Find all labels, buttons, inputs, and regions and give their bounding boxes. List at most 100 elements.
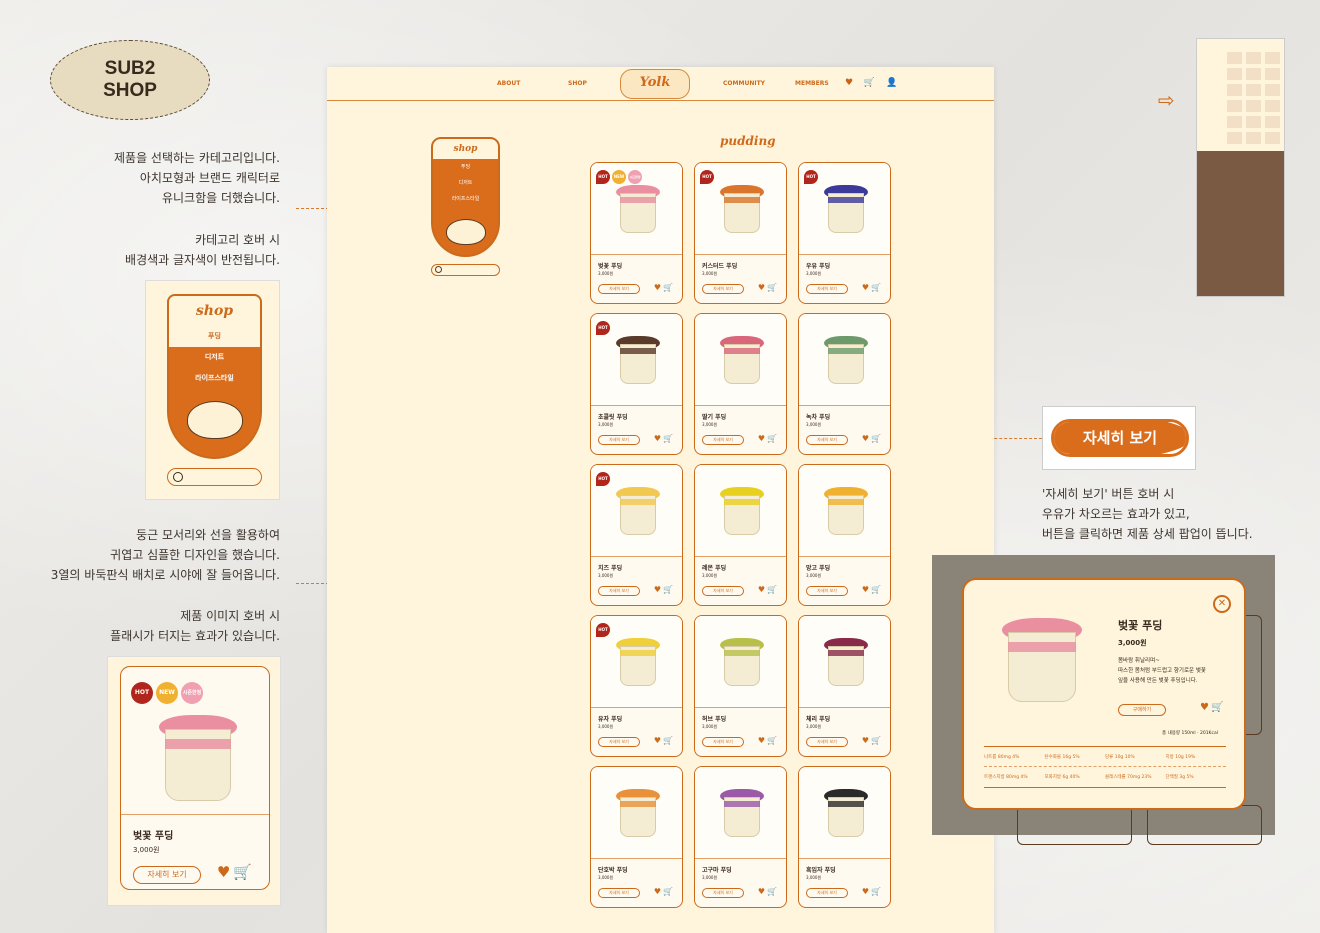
pudding-cup-image xyxy=(720,789,764,837)
product-image[interactable] xyxy=(591,767,682,859)
product-card[interactable]: HOT NEW 시즌한정 벚꽃 푸딩 3,000원 자세히 보기 ♥🛒 xyxy=(120,666,270,890)
heart-cart-icon[interactable]: ♥🛒 xyxy=(758,434,779,443)
detail-button[interactable]: 자세히 보기 xyxy=(806,435,848,445)
detail-button-hover[interactable]: 자세히 보기 xyxy=(1051,419,1189,457)
product-image[interactable] xyxy=(799,616,890,708)
pudding-cup-image xyxy=(824,185,868,233)
category-item-lifestyle[interactable]: 라이프스타일 xyxy=(433,191,498,207)
category-item-lifestyle[interactable]: 라이프스타일 xyxy=(169,368,260,389)
detail-button[interactable]: 자세히 보기 xyxy=(806,284,848,294)
product-card[interactable]: 고구마 푸딩 3,000원 자세히 보기 ♥🛒 xyxy=(694,766,787,908)
heart-cart-icon[interactable]: ♥🛒 xyxy=(862,283,883,292)
product-name: 벚꽃 푸딩 xyxy=(598,263,623,270)
product-card[interactable]: HOT 초콜릿 푸딩 3,000원 자세히 보기 ♥🛒 xyxy=(590,313,683,455)
heart-cart-icon[interactable]: ♥🛒 xyxy=(862,887,883,896)
detail-button[interactable]: 자세히 보기 xyxy=(702,586,744,596)
heart-cart-icon[interactable]: ♥🛒 xyxy=(654,585,675,594)
heart-cart-icon[interactable]: ♥🛒 xyxy=(862,736,883,745)
heart-cart-icon[interactable]: ♥🛒 xyxy=(217,863,255,881)
nutrition-cell: 트랜스지방 80mg 4% xyxy=(984,775,1028,780)
product-image[interactable] xyxy=(695,465,786,557)
product-image[interactable] xyxy=(799,314,890,406)
category-item-dessert[interactable]: 디저트 xyxy=(169,347,260,368)
pudding-cup-image xyxy=(720,638,764,686)
detail-button[interactable]: 자세히 보기 xyxy=(598,284,640,294)
product-price: 3,000원 xyxy=(806,573,822,578)
detail-button[interactable]: 자세히 보기 xyxy=(702,284,744,294)
heart-cart-icon[interactable]: ♥🛒 xyxy=(654,283,675,292)
product-card[interactable]: 단호박 푸딩 3,000원 자세히 보기 ♥🛒 xyxy=(590,766,683,908)
detail-button[interactable]: 자세히 보기 xyxy=(806,737,848,747)
product-card[interactable]: HOT 유자 푸딩 3,000원 자세히 보기 ♥🛒 xyxy=(590,615,683,757)
detail-button[interactable]: 자세히 보기 xyxy=(598,888,640,898)
nav-about[interactable]: ABOUT xyxy=(497,80,520,87)
product-card[interactable]: 딸기 푸딩 3,000원 자세히 보기 ♥🛒 xyxy=(694,313,787,455)
product-image[interactable] xyxy=(695,314,786,406)
product-name: 치즈 푸딩 xyxy=(598,565,623,572)
new-badge: NEW xyxy=(612,170,626,184)
logo[interactable]: Yolk xyxy=(620,69,690,99)
nav-icons[interactable]: ♥ 🛒 👤 xyxy=(845,78,901,88)
product-image[interactable] xyxy=(695,767,786,859)
product-image[interactable] xyxy=(799,465,890,557)
popup-description: 봄바람 휘날리며~ 따스한 봄처럼 부드럽고 향기로운 벚꽃 잎을 사용해 만든… xyxy=(1118,658,1206,684)
product-card[interactable]: HOT 커스터드 푸딩 3,000원 자세히 보기 ♥🛒 xyxy=(694,162,787,304)
heart-cart-icon[interactable]: ♥🛒 xyxy=(758,283,779,292)
product-card[interactable]: 레몬 푸딩 3,000원 자세히 보기 ♥🛒 xyxy=(694,464,787,606)
product-card[interactable]: 체리 푸딩 3,000원 자세히 보기 ♥🛒 xyxy=(798,615,891,757)
nutrition-cell: 포화지방 6g 40% xyxy=(1044,775,1080,780)
section-badge: SUB2 SHOP xyxy=(50,40,210,120)
product-image[interactable] xyxy=(799,767,890,859)
nav-members[interactable]: MEMBERS xyxy=(795,80,829,87)
heart-cart-icon[interactable]: ♥🛒 xyxy=(862,585,883,594)
heart-cart-icon[interactable]: ♥🛒 xyxy=(654,434,675,443)
product-card[interactable]: 허브 푸딩 3,000원 자세히 보기 ♥🛒 xyxy=(694,615,787,757)
heart-cart-icon[interactable]: ♥🛒 xyxy=(758,585,779,594)
nav-community[interactable]: COMMUNITY xyxy=(723,80,765,87)
detail-button[interactable]: 자세히 보기 xyxy=(702,888,744,898)
product-image[interactable]: HOT xyxy=(591,314,682,406)
buy-button[interactable]: 구매하기 xyxy=(1118,704,1166,716)
category-item-pudding[interactable]: 푸딩 xyxy=(169,326,260,347)
button-hover-zoom: 자세히 보기 xyxy=(1042,406,1196,470)
product-image[interactable] xyxy=(695,616,786,708)
popup-price: 3,000원 xyxy=(1118,639,1147,647)
category-item-pudding[interactable]: 푸딩 xyxy=(433,159,498,175)
product-card[interactable]: HOT 우유 푸딩 3,000원 자세히 보기 ♥🛒 xyxy=(798,162,891,304)
product-card[interactable]: 녹차 푸딩 3,000원 자세히 보기 ♥🛒 xyxy=(798,313,891,455)
detail-button[interactable]: 자세히 보기 xyxy=(598,586,640,596)
product-image[interactable]: HOT xyxy=(695,163,786,255)
product-card[interactable]: 망고 푸딩 3,000원 자세히 보기 ♥🛒 xyxy=(798,464,891,606)
detail-button[interactable]: 자세히 보기 xyxy=(598,435,640,445)
search-input[interactable] xyxy=(167,468,262,486)
popup-product-image xyxy=(992,608,1092,708)
nav-shop[interactable]: SHOP xyxy=(568,80,587,87)
heart-cart-icon[interactable]: ♥🛒 xyxy=(862,434,883,443)
search-input[interactable] xyxy=(431,264,500,276)
product-image[interactable]: HOT NEW 시즌한정 xyxy=(121,667,269,815)
category-item-dessert[interactable]: 디저트 xyxy=(433,175,498,191)
product-image[interactable]: HOT NEW 시즌한정 xyxy=(591,163,682,255)
heart-cart-icon[interactable]: ♥🛒 xyxy=(1200,702,1225,713)
heart-cart-icon[interactable]: ♥🛒 xyxy=(758,887,779,896)
product-card[interactable]: HOT 치즈 푸딩 3,000원 자세히 보기 ♥🛒 xyxy=(590,464,683,606)
detail-button[interactable]: 자세히 보기 xyxy=(702,435,744,445)
detail-button[interactable]: 자세히 보기 xyxy=(806,586,848,596)
product-image[interactable]: HOT xyxy=(591,465,682,557)
product-image[interactable]: HOT xyxy=(799,163,890,255)
close-icon[interactable]: ✕ xyxy=(1213,595,1231,613)
product-card[interactable]: 흑임자 푸딩 3,000원 자세히 보기 ♥🛒 xyxy=(798,766,891,908)
heart-cart-icon[interactable]: ♥🛒 xyxy=(758,736,779,745)
heart-cart-icon[interactable]: ♥🛒 xyxy=(654,887,675,896)
detail-button[interactable]: 자세히 보기 xyxy=(598,737,640,747)
hot-badge: HOT xyxy=(804,170,818,184)
detail-button[interactable]: 자세히 보기 xyxy=(702,737,744,747)
hot-badge: HOT xyxy=(596,321,610,335)
product-image[interactable]: HOT xyxy=(591,616,682,708)
product-card[interactable]: HOT NEW 시즌한정 벚꽃 푸딩 3,000원 자세히 보기 ♥🛒 xyxy=(590,162,683,304)
product-price: 3,000원 xyxy=(598,271,614,276)
product-name: 유자 푸딩 xyxy=(598,716,623,723)
detail-button[interactable]: 자세히 보기 xyxy=(133,866,201,884)
heart-cart-icon[interactable]: ♥🛒 xyxy=(654,736,675,745)
detail-button[interactable]: 자세히 보기 xyxy=(806,888,848,898)
